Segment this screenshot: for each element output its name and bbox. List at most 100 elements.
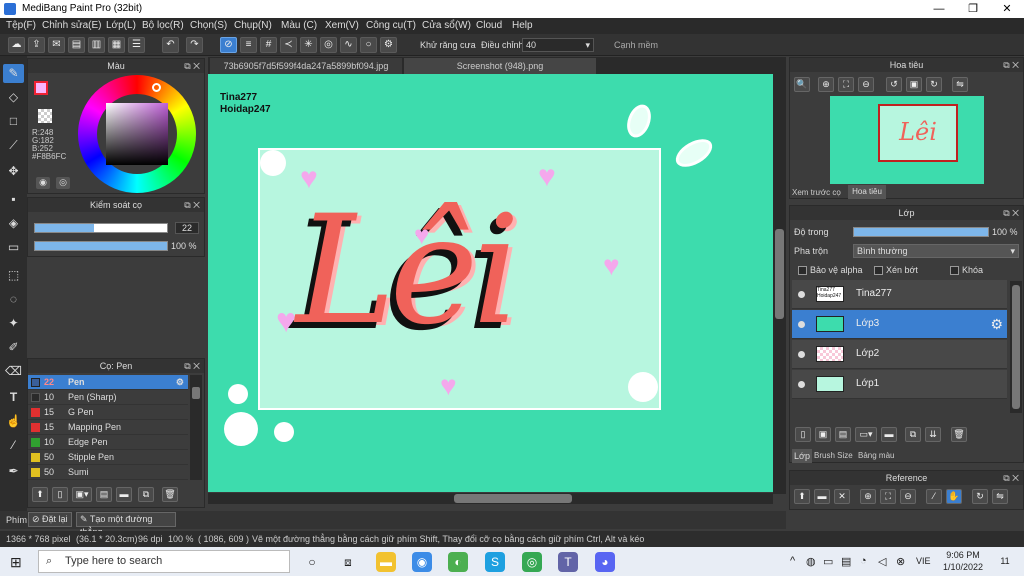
panel-popout-icon[interactable]: ⧉ ✕ bbox=[1003, 58, 1019, 72]
undo-icon[interactable]: ↶ bbox=[162, 37, 179, 53]
zoom-out-icon[interactable]: ⊖ bbox=[858, 77, 874, 92]
canvas-area[interactable]: Tina277 Hoidap247 Lêi ♥ ♥ ♥ ♥ ♥ ♥ bbox=[208, 74, 786, 494]
brush-opacity-slider[interactable] bbox=[34, 241, 168, 251]
palette-icon[interactable]: ◉ bbox=[36, 177, 50, 189]
eyedropper-icon[interactable]: ⁄ bbox=[926, 489, 942, 504]
windows-start-icon[interactable]: ⊞ bbox=[10, 554, 22, 571]
comment-icon[interactable]: ✉ bbox=[48, 37, 65, 53]
tab-brush-size[interactable]: Brush Size bbox=[814, 449, 856, 463]
menu-select[interactable]: Chọn(S) bbox=[190, 20, 227, 31]
cloud-icon[interactable]: ☁ bbox=[8, 37, 25, 53]
maximize-button[interactable]: ❐ bbox=[956, 0, 990, 18]
horizontal-scroll-thumb[interactable] bbox=[454, 494, 572, 503]
layer-opacity-slider[interactable] bbox=[853, 227, 989, 237]
parallel-snap-icon[interactable]: ≡ bbox=[240, 37, 257, 53]
share-icon[interactable]: ⇪ bbox=[28, 37, 45, 53]
network-icon[interactable]: ▤ bbox=[841, 555, 851, 568]
brush-item-mapping-pen[interactable]: 15 Mapping Pen bbox=[28, 420, 188, 435]
panel-popout-icon[interactable]: ⧉ ✕ bbox=[1003, 471, 1019, 485]
tab-layer[interactable]: Lớp bbox=[792, 449, 812, 463]
hue-handle[interactable] bbox=[152, 83, 161, 92]
taskbar-search[interactable]: ⌕ Type here to search bbox=[38, 550, 290, 573]
navigator-preview[interactable]: Lêi bbox=[830, 96, 984, 184]
panel-popout-icon[interactable]: ⧉ ✕ bbox=[1003, 206, 1019, 220]
eye-icon[interactable] bbox=[798, 321, 805, 328]
brush-size-value[interactable]: 22 bbox=[175, 222, 199, 234]
rotate-icon[interactable]: ↻ bbox=[972, 489, 988, 504]
primary-color-swatch[interactable] bbox=[34, 81, 48, 95]
brush-item-sumi[interactable]: 50 Sumi bbox=[28, 465, 188, 480]
perspective-icon[interactable]: ≺ bbox=[280, 37, 297, 53]
ellipse-snap-icon[interactable]: ○ bbox=[360, 37, 377, 53]
eyedropper-icon[interactable]: ⁄ bbox=[3, 436, 24, 455]
browser-icon[interactable]: ◎ bbox=[522, 552, 542, 572]
zoom-in-icon[interactable]: ⊕ bbox=[818, 77, 834, 92]
select-eraser-icon[interactable]: ⌫ bbox=[3, 362, 24, 381]
secondary-color-swatch[interactable] bbox=[38, 109, 52, 123]
minimize-button[interactable]: — bbox=[922, 0, 956, 18]
new-halftone-layer-icon[interactable]: ▣ bbox=[815, 427, 831, 442]
menu-file[interactable]: Tệp(F) bbox=[6, 20, 36, 31]
rotate-right-icon[interactable]: ↻ bbox=[926, 77, 942, 92]
saturation-square[interactable] bbox=[106, 103, 168, 165]
folder-icon[interactable]: ▬ bbox=[881, 427, 897, 442]
panel-popout-icon[interactable]: ⧉ ✕ bbox=[184, 198, 200, 212]
page-icon[interactable]: ▥ bbox=[88, 37, 105, 53]
navigator-viewport[interactable]: Lêi bbox=[878, 104, 958, 162]
hue-wheel[interactable] bbox=[78, 75, 196, 193]
folder-icon[interactable]: ▬ bbox=[116, 487, 132, 502]
fill-rect-tool-icon[interactable]: ▪ bbox=[3, 190, 24, 209]
notification-icon[interactable]: 11 bbox=[996, 552, 1014, 570]
eye-icon[interactable] bbox=[798, 351, 805, 358]
tab-screenshot[interactable]: Screenshot (948).png bbox=[404, 58, 596, 74]
brush-size-slider[interactable] bbox=[34, 223, 168, 233]
menu-view[interactable]: Xem(V) bbox=[325, 20, 359, 31]
clock[interactable]: 9:06 PM 1/10/2022 bbox=[938, 549, 988, 573]
volume-icon[interactable]: ◁ bbox=[878, 555, 886, 568]
app-icon[interactable]: ◐ bbox=[448, 552, 468, 572]
tab-palette[interactable]: Bảng màu bbox=[858, 449, 898, 463]
gear-icon[interactable]: ⚙ bbox=[176, 375, 184, 390]
tray-chevron-icon[interactable]: ^ bbox=[790, 555, 795, 567]
tab-brush-preview[interactable]: Xem trước cọ bbox=[792, 186, 846, 199]
tab-jpg[interactable]: 73b6905f7d5f599f4da247a5899bf094.jpg bbox=[210, 58, 402, 74]
lock-checkbox[interactable] bbox=[950, 266, 959, 275]
menu-cloud[interactable]: Cloud bbox=[476, 20, 502, 31]
menu-window[interactable]: Cửa sổ(W) bbox=[422, 20, 471, 31]
layer-row-lop3[interactable]: Lớp3 ⚙ bbox=[792, 310, 1007, 339]
merge-layer-icon[interactable]: ⇊ bbox=[925, 427, 941, 442]
cortana-icon[interactable]: ○ bbox=[302, 552, 322, 572]
eraser-tool-icon[interactable]: ◇ bbox=[3, 88, 24, 107]
redo-icon[interactable]: ↷ bbox=[186, 37, 203, 53]
menu-layer[interactable]: Lớp(L) bbox=[106, 20, 136, 31]
radial-snap-icon[interactable]: ✳ bbox=[300, 37, 317, 53]
fit-icon[interactable]: ⛶ bbox=[880, 489, 896, 504]
menu-filter[interactable]: Bộ lọc(R) bbox=[142, 20, 184, 31]
artwork[interactable]: Tina277 Hoidap247 Lêi ♥ ♥ ♥ ♥ ♥ ♥ bbox=[208, 74, 773, 492]
flip-icon[interactable]: ⇋ bbox=[952, 77, 968, 92]
rectangle-tool-icon[interactable]: □ bbox=[3, 112, 24, 131]
copy-icon[interactable]: ⧉ bbox=[138, 487, 154, 502]
zoom-in-icon[interactable]: ⊕ bbox=[860, 489, 876, 504]
menu-help[interactable]: Help bbox=[512, 20, 533, 31]
wifi-icon[interactable]: ◔ bbox=[860, 555, 867, 567]
discord-icon[interactable]: ◕ bbox=[595, 552, 615, 572]
brush-tool-icon[interactable]: ✎ bbox=[3, 64, 24, 83]
adjust-dropdown[interactable]: 40 ▾ bbox=[522, 38, 594, 52]
gear-icon[interactable]: ⚙ bbox=[990, 316, 1003, 333]
skype-icon[interactable]: S bbox=[485, 552, 505, 572]
chrome-icon[interactable]: ◉ bbox=[412, 552, 432, 572]
panel-popout-icon[interactable]: ⧉ ✕ bbox=[184, 359, 200, 373]
zoom-icon[interactable]: 🔍 bbox=[794, 77, 810, 92]
palette-alt-icon[interactable]: ◎ bbox=[56, 177, 70, 189]
hand-icon[interactable]: ✋ bbox=[946, 489, 962, 504]
language-indicator[interactable]: VIE bbox=[916, 556, 931, 566]
bucket-tool-icon[interactable]: ◈ bbox=[3, 214, 24, 233]
layer-row-lop1[interactable]: Lớp1 bbox=[792, 370, 1007, 399]
brush-item-g-pen[interactable]: 15 G Pen bbox=[28, 405, 188, 420]
new-line-button[interactable]: ✎ Tạo một đường thẳng bbox=[76, 512, 176, 537]
close-icon[interactable]: ✕ bbox=[834, 489, 850, 504]
task-view-icon[interactable]: ⧈ bbox=[338, 552, 358, 572]
teams-icon[interactable]: T bbox=[558, 552, 578, 572]
gradient-tool-icon[interactable]: ▭ bbox=[3, 238, 24, 257]
